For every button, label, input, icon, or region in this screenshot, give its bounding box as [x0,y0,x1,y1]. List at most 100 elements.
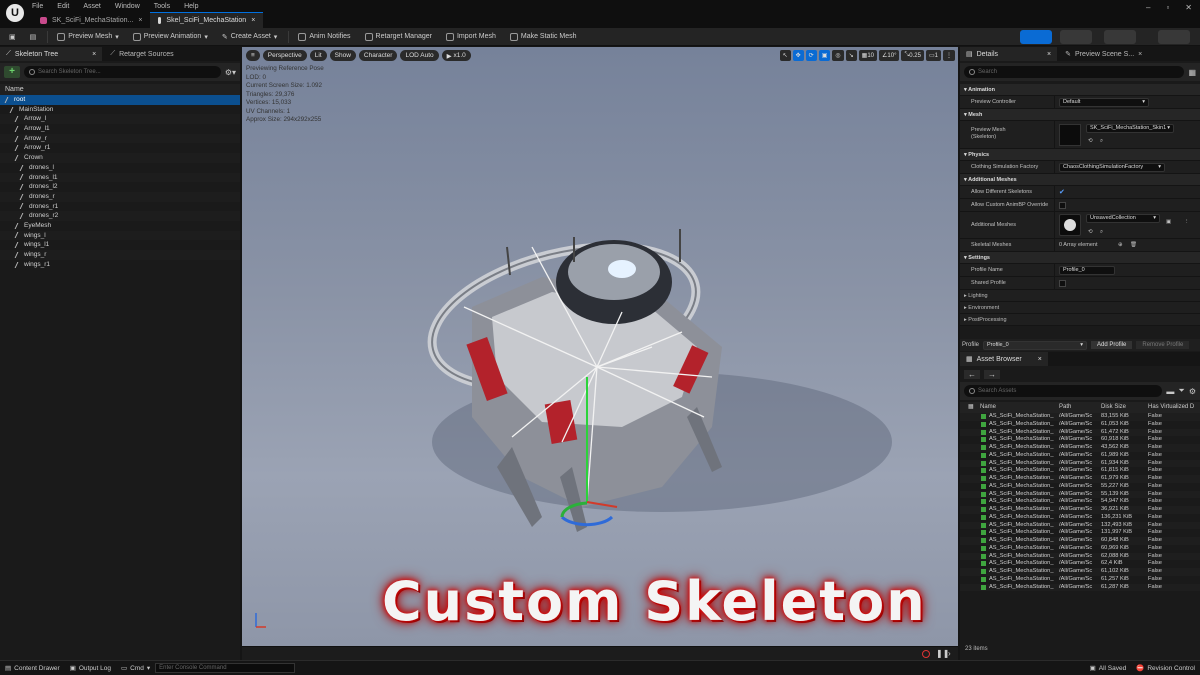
animation-mode-button[interactable] [1104,30,1136,44]
close-icon[interactable]: × [251,17,255,24]
settings-gear-icon[interactable]: ⚙ [1189,387,1196,396]
asset-row[interactable]: AS_SciFi_MechaStation_ /All/Game/Sc 61,053… [960,421,1200,429]
add-element-icon[interactable]: ⊕ [1118,239,1123,252]
section-settings[interactable]: ▾ Settings [960,252,1200,264]
asset-row[interactable]: AS_SciFi_MechaStation_ /All/Game/Sc 61,815… [960,467,1200,475]
menu-file[interactable]: File [32,3,43,10]
bone-row[interactable]: Crown [0,153,240,163]
camera-speed-button[interactable]: ▭ 1 [925,50,941,61]
tab-asset-browser[interactable]: ▦ Asset Browser × [960,352,1048,366]
make-static-mesh-button[interactable]: Make Static Mesh [505,30,582,44]
show-button[interactable]: Show [329,50,356,61]
rotate-icon[interactable]: ⟳ [805,50,817,61]
gizmo-rotate-ring[interactable] [560,515,614,527]
asset-row[interactable]: AS_SciFi_MechaStation_ /All/Game/Sc 62,4 K… [960,560,1200,568]
world-local-icon[interactable]: ◎ [832,50,844,61]
add-profile-button[interactable]: Add Profile [1091,341,1133,349]
scale-snap-button[interactable]: ⤡ 0.25 [901,50,924,61]
content-drawer-button[interactable]: ▤ Content Drawer [0,661,65,675]
shared-profile-checkbox[interactable] [1059,280,1066,287]
menu-tools[interactable]: Tools [154,3,170,10]
close-window-icon[interactable]: ✕ [1185,3,1192,12]
preview-mesh-button[interactable]: Preview Mesh ▾ [52,30,123,44]
more-options-icon[interactable]: ⋮ [1184,216,1190,229]
column-disk-size[interactable]: Disk Size [1101,402,1126,413]
section-mesh[interactable]: ▾ Mesh [960,109,1200,121]
close-icon[interactable]: × [1047,51,1051,58]
section-animation[interactable]: ▾ Animation [960,84,1200,96]
asset-row[interactable]: AS_SciFi_MechaStation_ /All/Game/Sc 61,102… [960,568,1200,576]
menu-asset[interactable]: Asset [83,3,101,10]
rotation-snap-button[interactable]: ∠ 10° [879,50,900,61]
bone-row[interactable]: Arrow_r1 [0,143,240,153]
delete-icon[interactable]: 🗑 [1130,239,1137,252]
bone-row[interactable]: wings_r [0,250,240,260]
allow-different-skeletons-checkbox[interactable]: ✔ [1059,186,1065,199]
anim-notifies-button[interactable]: Anim Notifies [293,30,355,44]
browse-icon[interactable]: ⌕ [1100,135,1103,148]
profile-dropdown[interactable]: Profile_0 ▾ [983,340,1088,350]
column-has-virtualized[interactable]: Has Virtualized D [1148,402,1194,413]
tab-skeletal-mesh[interactable]: SK_SciFi_MechaStation... × [32,12,150,28]
asset-row[interactable]: AS_SciFi_MechaStation_ /All/Game/Sc 62,088… [960,552,1200,561]
unreal-logo-icon[interactable]: U [6,4,24,22]
asset-search-input[interactable]: Search Assets [964,385,1163,397]
preview-animation-button[interactable]: Preview Animation ▾ [128,30,213,44]
all-saved-button[interactable]: ▣ All Saved [1085,661,1132,675]
record-icon[interactable] [922,650,930,658]
create-asset-button[interactable]: ✎ Create Asset ▾ [217,30,282,44]
select-icon[interactable]: ↖ [779,50,791,61]
section-postprocessing[interactable]: ▸ PostProcessing [960,314,1200,326]
retarget-manager-button[interactable]: Retarget Manager [360,30,437,44]
allow-custom-animbp-checkbox[interactable] [1059,202,1066,209]
bone-row[interactable]: MainStation [0,105,240,115]
bone-row[interactable]: drones_r [0,191,240,202]
grid-snap-button[interactable]: ▦ 10 [858,50,878,61]
bone-row[interactable]: Arrow_r [0,133,240,144]
close-icon[interactable]: × [138,17,142,24]
console-input[interactable]: Enter Console Command [155,663,296,673]
output-log-button[interactable]: ▣ Output Log [65,661,116,675]
details-search-input[interactable]: Search [964,66,1185,78]
asset-row[interactable]: AS_SciFi_MechaStation_ /All/Game/Sc 61,472… [960,428,1200,437]
back-arrow-icon[interactable]: ← [964,369,980,379]
cmd-dropdown[interactable]: ▭ Cmd ▾ [116,661,155,675]
menu-edit[interactable]: Edit [57,3,69,10]
translate-icon[interactable]: ✥ [792,50,804,61]
column-path[interactable]: Path [1059,402,1071,413]
save-icon[interactable]: ▣ [1166,216,1171,229]
tab-skeleton-tree[interactable]: ⟋ Skeleton Tree × [0,47,103,61]
revision-control-button[interactable]: ⛔ Revision Control [1131,661,1200,675]
preview-viewport[interactable]: ≡ Perspective Lit Show Character LOD Aut… [242,47,958,660]
filter-icon[interactable]: ⏷ [1178,386,1184,396]
bone-row[interactable]: drones_l1 [0,172,240,183]
browse-icon[interactable]: ▤ [25,30,42,44]
asset-row[interactable]: AS_SciFi_MechaStation_ /All/Game/Sc 60,969… [960,545,1200,553]
preview-controller-dropdown[interactable]: Default ▾ [1059,98,1149,107]
asset-row[interactable]: AS_SciFi_MechaStation_ /All/Game/Sc 54,947… [960,498,1200,506]
save-icon[interactable]: ▣ [4,30,21,44]
profile-name-input[interactable]: Profile_0 [1059,266,1115,275]
settings-gear-icon[interactable]: ⚙▾ [225,68,236,77]
asset-row[interactable]: AS_SciFi_MechaStation_ /All/Game/Sc 61,257… [960,576,1200,584]
mesh-mode-button[interactable] [1060,30,1092,44]
viewport-menu-button[interactable]: ≡ [246,50,260,61]
folder-icon[interactable]: ▬ [1166,387,1174,396]
lit-button[interactable]: Lit [309,50,327,61]
clothing-factory-dropdown[interactable]: ChaosClothingSimulationFactory ▾ [1059,163,1165,172]
asset-row[interactable]: AS_SciFi_MechaStation_ /All/Game/Sc 60,848… [960,537,1200,545]
section-lighting[interactable]: ▸ Lighting [960,290,1200,302]
section-physics[interactable]: ▾ Physics [960,149,1200,161]
bone-row[interactable]: drones_r1 [0,202,240,212]
skeleton-mode-button[interactable] [1020,30,1052,44]
blueprint-mode-button[interactable] [1158,30,1190,44]
asset-row[interactable]: AS_SciFi_MechaStation_ /All/Game/Sc 61,287… [960,583,1200,592]
asset-row[interactable]: AS_SciFi_MechaStation_ /All/Game/Sc 61,979… [960,475,1200,483]
tab-retarget-sources[interactable]: ⟋ Retarget Sources [104,47,179,61]
bone-row[interactable]: drones_r2 [0,211,240,221]
column-header-name[interactable]: Name [0,84,240,95]
maximize-icon[interactable]: ▫ [1166,3,1169,12]
asset-row[interactable]: AS_SciFi_MechaStation_ /All/Game/Sc 55,227… [960,483,1200,491]
add-bone-button[interactable]: + [4,66,20,78]
perspective-button[interactable]: Perspective [262,50,307,61]
